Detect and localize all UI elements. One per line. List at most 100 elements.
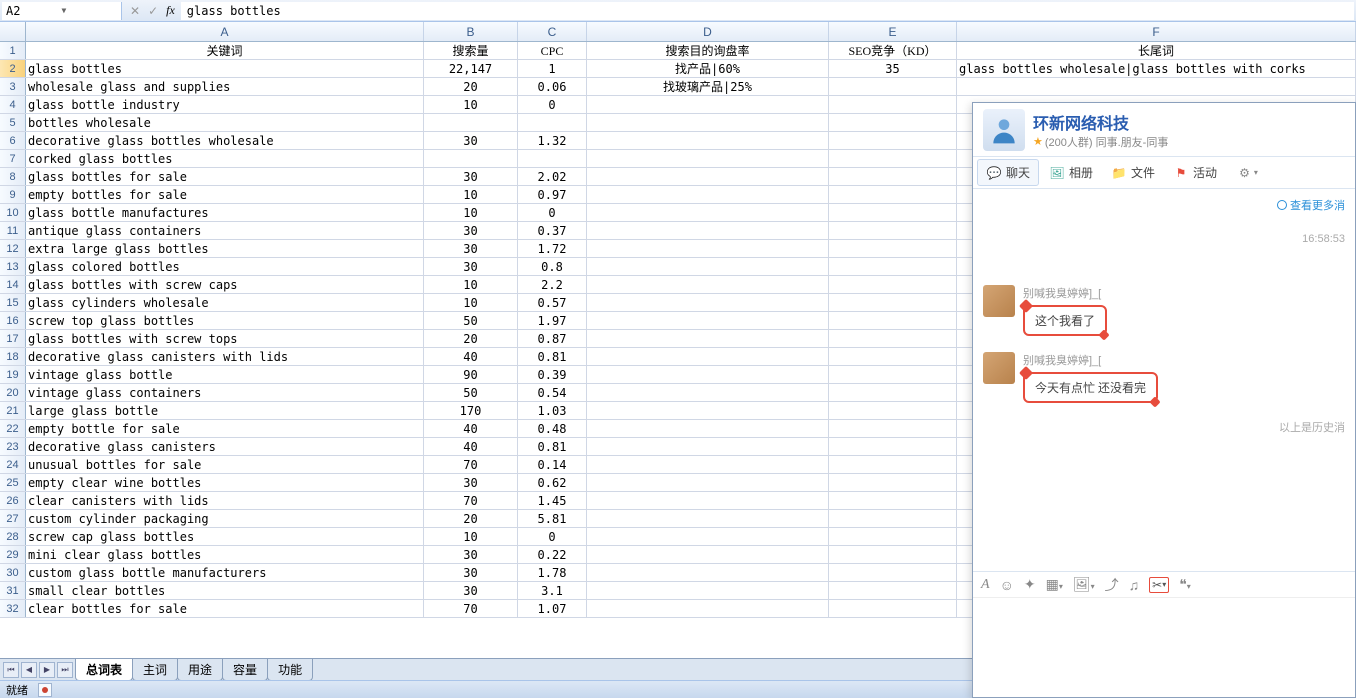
cell[interactable]: 22,147 bbox=[424, 60, 518, 77]
cell[interactable]: SEO竞争（KD） bbox=[829, 42, 957, 59]
chat-tab-activities[interactable]: ⚑活动 bbox=[1165, 160, 1225, 185]
name-box[interactable]: A2 ▼ bbox=[2, 2, 122, 20]
cell[interactable]: extra large glass bottles bbox=[26, 240, 424, 257]
cell[interactable] bbox=[829, 438, 957, 455]
cell[interactable]: glass bottle manufactures bbox=[26, 204, 424, 221]
cell[interactable] bbox=[957, 78, 1356, 95]
cell[interactable]: glass bottle industry bbox=[26, 96, 424, 113]
cell[interactable]: 30 bbox=[424, 474, 518, 491]
cell[interactable] bbox=[587, 438, 829, 455]
cell[interactable]: vintage glass containers bbox=[26, 384, 424, 401]
cell[interactable] bbox=[424, 150, 518, 167]
cell[interactable]: antique glass containers bbox=[26, 222, 424, 239]
cell[interactable] bbox=[587, 294, 829, 311]
cell[interactable] bbox=[829, 492, 957, 509]
cell[interactable]: 30 bbox=[424, 240, 518, 257]
row-header[interactable]: 28 bbox=[0, 528, 26, 545]
cell[interactable]: 关键词 bbox=[26, 42, 424, 59]
cell[interactable] bbox=[829, 582, 957, 599]
cell[interactable] bbox=[829, 168, 957, 185]
row-header[interactable]: 12 bbox=[0, 240, 26, 257]
quote-icon[interactable]: ❝▾ bbox=[1179, 576, 1191, 593]
cell[interactable]: 10 bbox=[424, 96, 518, 113]
confirm-icon[interactable]: ✓ bbox=[148, 4, 158, 18]
emoji-icon[interactable]: ☺ bbox=[1000, 577, 1014, 593]
cell[interactable]: glass bottles with screw caps bbox=[26, 276, 424, 293]
cell[interactable]: 0.62 bbox=[518, 474, 587, 491]
cell[interactable]: clear bottles for sale bbox=[26, 600, 424, 617]
cell[interactable]: 30 bbox=[424, 222, 518, 239]
cell[interactable]: 20 bbox=[424, 330, 518, 347]
cell[interactable] bbox=[587, 366, 829, 383]
cell[interactable] bbox=[829, 132, 957, 149]
sheet-tab[interactable]: 总词表 bbox=[75, 659, 133, 681]
cell[interactable] bbox=[829, 258, 957, 275]
cell[interactable]: bottles wholesale bbox=[26, 114, 424, 131]
cell[interactable]: 0.54 bbox=[518, 384, 587, 401]
cell[interactable]: empty bottles for sale bbox=[26, 186, 424, 203]
cell[interactable]: decorative glass bottles wholesale bbox=[26, 132, 424, 149]
cell[interactable]: 0.14 bbox=[518, 456, 587, 473]
cell[interactable]: custom glass bottle manufacturers bbox=[26, 564, 424, 581]
cell[interactable] bbox=[829, 150, 957, 167]
cell[interactable]: 20 bbox=[424, 510, 518, 527]
row-header[interactable]: 18 bbox=[0, 348, 26, 365]
cell[interactable]: 1.32 bbox=[518, 132, 587, 149]
cell[interactable]: 40 bbox=[424, 420, 518, 437]
cell[interactable]: 30 bbox=[424, 564, 518, 581]
cell[interactable]: 30 bbox=[424, 546, 518, 563]
cell[interactable]: 3.1 bbox=[518, 582, 587, 599]
cell[interactable] bbox=[829, 96, 957, 113]
cell[interactable] bbox=[587, 474, 829, 491]
row-header[interactable]: 23 bbox=[0, 438, 26, 455]
cell[interactable] bbox=[587, 204, 829, 221]
cell[interactable]: mini clear glass bottles bbox=[26, 546, 424, 563]
cell[interactable] bbox=[829, 114, 957, 131]
cell[interactable] bbox=[587, 114, 829, 131]
cell[interactable]: 0.57 bbox=[518, 294, 587, 311]
cell[interactable]: 70 bbox=[424, 600, 518, 617]
chat-tab-files[interactable]: 📁文件 bbox=[1103, 160, 1163, 185]
cell[interactable]: 10 bbox=[424, 294, 518, 311]
cell[interactable]: 0.87 bbox=[518, 330, 587, 347]
cell[interactable]: decorative glass canisters with lids bbox=[26, 348, 424, 365]
cell[interactable]: 30 bbox=[424, 168, 518, 185]
cell[interactable]: 1.07 bbox=[518, 600, 587, 617]
cell[interactable] bbox=[587, 420, 829, 437]
cell[interactable] bbox=[829, 366, 957, 383]
row-header[interactable]: 21 bbox=[0, 402, 26, 419]
row-header[interactable]: 13 bbox=[0, 258, 26, 275]
cell[interactable] bbox=[829, 546, 957, 563]
row-header[interactable]: 26 bbox=[0, 492, 26, 509]
tab-prev-icon[interactable]: ◀ bbox=[21, 662, 37, 678]
cell[interactable]: 0.81 bbox=[518, 438, 587, 455]
row-header[interactable]: 32 bbox=[0, 600, 26, 617]
cell[interactable] bbox=[518, 114, 587, 131]
row-header[interactable]: 20 bbox=[0, 384, 26, 401]
cell[interactable]: 50 bbox=[424, 312, 518, 329]
cell[interactable]: 0.22 bbox=[518, 546, 587, 563]
col-header-B[interactable]: B bbox=[424, 22, 518, 41]
cell[interactable]: glass bottles bbox=[26, 60, 424, 77]
cell[interactable]: glass cylinders wholesale bbox=[26, 294, 424, 311]
col-header-E[interactable]: E bbox=[829, 22, 957, 41]
cell[interactable] bbox=[587, 240, 829, 257]
cell[interactable] bbox=[587, 564, 829, 581]
row-header[interactable]: 31 bbox=[0, 582, 26, 599]
cell[interactable]: 长尾词 bbox=[957, 42, 1356, 59]
cell[interactable]: 0.97 bbox=[518, 186, 587, 203]
row-header[interactable]: 25 bbox=[0, 474, 26, 491]
cell[interactable] bbox=[587, 510, 829, 527]
cell[interactable]: 找玻璃产品|25% bbox=[587, 78, 829, 95]
cell[interactable]: 70 bbox=[424, 456, 518, 473]
cell[interactable] bbox=[829, 456, 957, 473]
cancel-icon[interactable]: ✕ bbox=[130, 4, 140, 18]
chevron-down-icon[interactable]: ▼ bbox=[62, 6, 118, 15]
cell[interactable] bbox=[587, 600, 829, 617]
cell[interactable] bbox=[587, 96, 829, 113]
cell[interactable]: 2.2 bbox=[518, 276, 587, 293]
cell[interactable] bbox=[587, 528, 829, 545]
avatar[interactable] bbox=[983, 352, 1015, 384]
cell[interactable] bbox=[587, 258, 829, 275]
cell[interactable]: 20 bbox=[424, 78, 518, 95]
